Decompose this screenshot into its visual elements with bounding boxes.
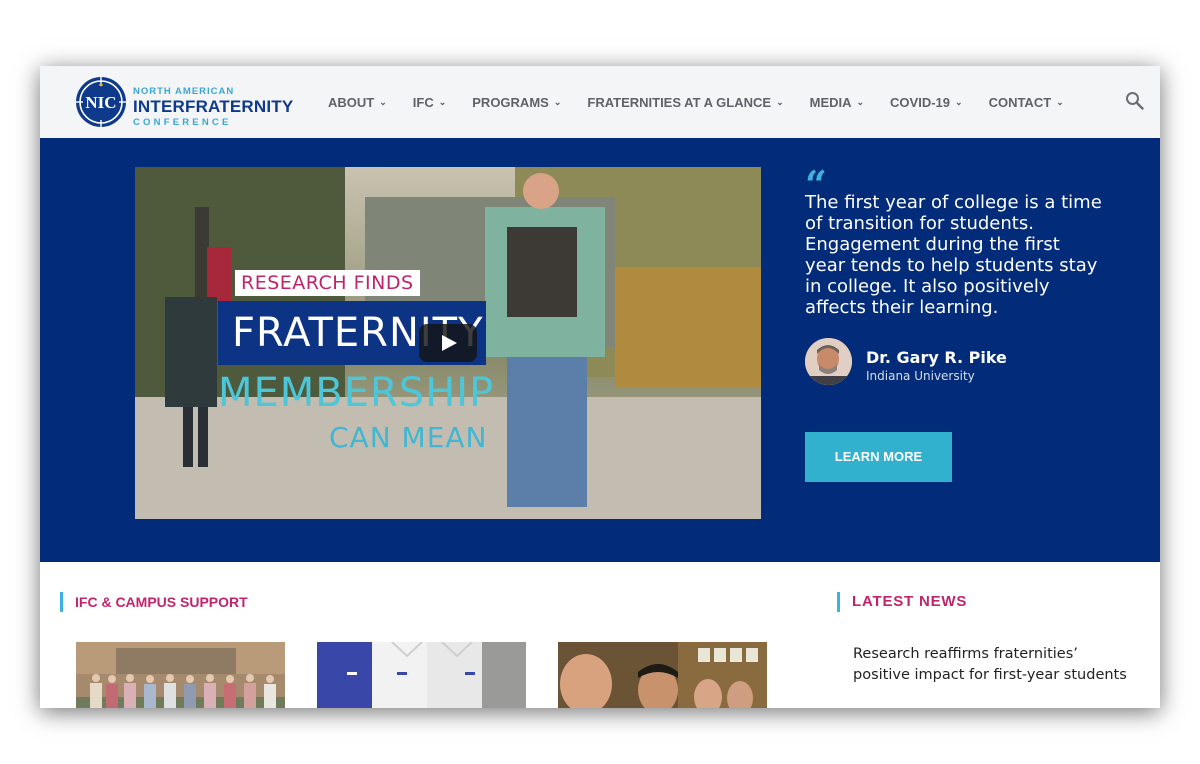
nav-item-ifc[interactable]: IFC ⌄ [413, 95, 447, 110]
video-text-research-finds: RESEARCH FINDS [235, 270, 420, 296]
hero-banner: RESEARCH FINDS FRATERNITY MEMBERSHIP CAN… [40, 138, 1160, 562]
nav-item-contact[interactable]: CONTACT ⌄ [989, 95, 1064, 110]
avatar [805, 338, 852, 385]
chevron-down-icon: ⌄ [1056, 96, 1064, 107]
video-text-can-mean: CAN MEAN [329, 421, 488, 454]
shirts-image [317, 642, 526, 708]
quote-author-org: Indiana University [866, 369, 975, 383]
nav-label: ABOUT [328, 94, 375, 110]
news-item[interactable]: Research reaffirms fraternities’ positiv… [853, 644, 1133, 686]
nic-logo[interactable]: NIC NORTH AMERICAN INTERFRATERNITY CONFE… [75, 76, 295, 130]
thumbnail-group-photo[interactable] [76, 642, 285, 708]
nav-label: PROGRAMS [472, 94, 549, 110]
logo-line-1: NORTH AMERICAN [133, 86, 235, 97]
svg-text:NIC: NIC [85, 93, 116, 112]
video-text-membership: MEMBERSHIP [218, 370, 495, 416]
students-image [558, 642, 767, 708]
play-icon[interactable] [419, 324, 477, 362]
nav-item-about[interactable]: ABOUT ⌄ [328, 95, 387, 110]
chevron-down-icon: ⌄ [438, 96, 447, 107]
section-title-latest-news: LATEST NEWS [837, 592, 967, 612]
nav-label: CONTACT [988, 94, 1052, 110]
quote-text: The first year of college is a time of t… [805, 192, 1102, 318]
chevron-down-icon: ⌄ [856, 96, 865, 107]
thumbnail-shirts[interactable] [317, 642, 526, 708]
logo-line-3: CONFERENCE [133, 117, 232, 128]
nav-item-media[interactable]: MEDIA ⌄ [810, 95, 864, 110]
quote-author-name: Dr. Gary R. Pike [866, 348, 1007, 367]
nav-label: IFC [412, 94, 434, 110]
logo-line-2: INTERFRATERNITY [133, 97, 294, 116]
chevron-down-icon: ⌄ [553, 96, 562, 107]
nav-label: FRATERNITIES AT A GLANCE [587, 94, 772, 110]
learn-more-button[interactable]: LEARN MORE [805, 432, 952, 482]
search-icon[interactable] [1124, 90, 1146, 112]
nav-item-covid-19[interactable]: COVID-19 ⌄ [890, 95, 963, 110]
video-player[interactable]: RESEARCH FINDS FRATERNITY MEMBERSHIP CAN… [135, 167, 761, 519]
browser-window: NIC NORTH AMERICAN INTERFRATERNITY CONFE… [40, 66, 1160, 708]
nav-label: MEDIA [809, 94, 852, 110]
group-photo-image [76, 642, 285, 708]
main-nav: ABOUT ⌄ IFC ⌄ PROGRAMS ⌄ FRATERNITIES AT A … [328, 66, 1090, 138]
chevron-down-icon: ⌄ [955, 96, 963, 107]
section-title-ifc-campus-support: IFC & CAMPUS SUPPORT [60, 592, 248, 612]
thumbnail-students[interactable] [558, 642, 767, 708]
nic-initials: NIC [85, 93, 116, 112]
chevron-down-icon: ⌄ [379, 96, 387, 107]
chevron-down-icon: ⌄ [776, 96, 784, 107]
nav-label: COVID-19 [890, 94, 951, 110]
author-photo [805, 338, 852, 385]
nav-item-fraternities-at-a-glance[interactable]: FRATERNITIES AT A GLANCE ⌄ [587, 95, 783, 110]
nav-item-programs[interactable]: PROGRAMS ⌄ [472, 95, 561, 110]
site-header: NIC NORTH AMERICAN INTERFRATERNITY CONFE… [40, 66, 1160, 138]
